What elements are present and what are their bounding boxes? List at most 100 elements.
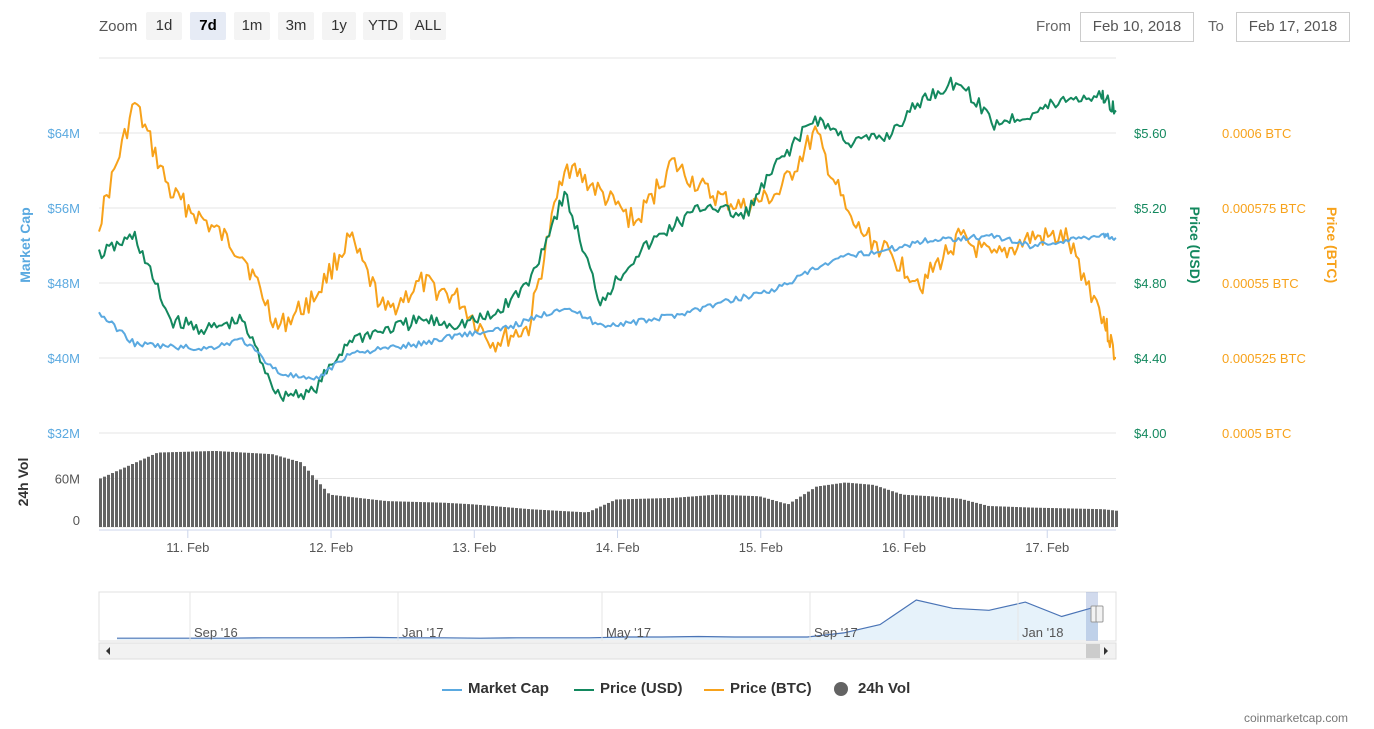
volume-bar bbox=[435, 502, 438, 527]
volume-bar bbox=[827, 484, 830, 527]
volume-bar bbox=[927, 496, 930, 527]
volume-bar bbox=[1023, 507, 1026, 527]
legend-24h-vol[interactable]: 24h Vol bbox=[858, 680, 910, 697]
volume-bar bbox=[1063, 508, 1066, 527]
volume-bar bbox=[519, 508, 522, 527]
volume-tick: 60M bbox=[55, 471, 80, 486]
volume-bar bbox=[1027, 507, 1030, 527]
volume-bar bbox=[703, 495, 706, 527]
volume-bar bbox=[771, 499, 774, 527]
volume-bar bbox=[819, 486, 822, 527]
volume-bar bbox=[463, 503, 466, 527]
volume-bar bbox=[639, 498, 642, 527]
volume-bar bbox=[1015, 507, 1018, 527]
volume-bar bbox=[991, 506, 994, 527]
volume-bar bbox=[571, 511, 574, 527]
volume-bar bbox=[891, 491, 894, 527]
navigator-handle-right[interactable] bbox=[1095, 605, 1104, 623]
volume-bar bbox=[923, 495, 926, 527]
volume-bar bbox=[955, 498, 958, 527]
credit-link[interactable]: coinmarketcap.com bbox=[1244, 711, 1348, 725]
volume-bar bbox=[211, 451, 214, 527]
market-cap-axis: $32M $40M $48M $56M $64M Market Cap bbox=[17, 126, 80, 441]
volume-bar bbox=[351, 497, 354, 527]
volume-bar bbox=[607, 502, 610, 527]
volume-bar bbox=[931, 496, 934, 527]
volume-bar bbox=[387, 501, 390, 527]
volume-bar bbox=[851, 483, 854, 527]
legend-market-cap[interactable]: Market Cap bbox=[468, 680, 549, 697]
legend-price-usd[interactable]: Price (USD) bbox=[600, 680, 683, 697]
volume-bar bbox=[555, 510, 558, 527]
volume-bar bbox=[243, 452, 246, 527]
x-tick-label: 15. Feb bbox=[739, 540, 783, 555]
volume-bar bbox=[591, 510, 594, 527]
volume-bar bbox=[427, 502, 430, 527]
navigator-scrollbar[interactable] bbox=[98, 642, 1117, 660]
volume-bar bbox=[511, 507, 514, 527]
volume-bar bbox=[251, 453, 254, 527]
volume-bar bbox=[163, 452, 166, 527]
volume-bar bbox=[803, 494, 806, 527]
volume-bar bbox=[503, 507, 506, 527]
series-line-price-usd bbox=[98, 76, 1117, 402]
volume-bar bbox=[215, 451, 218, 527]
volume-bar bbox=[583, 512, 586, 527]
volume-bar bbox=[167, 452, 170, 527]
volume-bar bbox=[467, 504, 470, 527]
price-usd-tick: $4.00 bbox=[1134, 426, 1167, 441]
volume-bar bbox=[267, 453, 270, 527]
volume-bar bbox=[863, 484, 866, 527]
volume-bar bbox=[787, 504, 790, 527]
navigator-tick-label: May '17 bbox=[606, 625, 651, 640]
volume-bar bbox=[419, 502, 422, 527]
volume-bar bbox=[903, 494, 906, 527]
x-tick-label: 16. Feb bbox=[882, 540, 926, 555]
volume-bar bbox=[183, 451, 186, 527]
volume-bar bbox=[683, 497, 686, 527]
volume-bar bbox=[675, 497, 678, 527]
x-tick-label: 14. Feb bbox=[595, 540, 639, 555]
volume-bar bbox=[547, 510, 550, 527]
navigator-tick-label: Sep '16 bbox=[194, 625, 238, 640]
price-btc-tick: 0.00055 BTC bbox=[1222, 276, 1299, 291]
volume-bar bbox=[543, 510, 546, 527]
volume-bar bbox=[507, 507, 510, 527]
volume-bar bbox=[971, 501, 974, 527]
volume-bar bbox=[295, 460, 298, 527]
volume-bar bbox=[699, 495, 702, 527]
volume-bar bbox=[495, 506, 498, 527]
volume-bar bbox=[715, 494, 718, 527]
volume-bar bbox=[575, 511, 578, 527]
price-chart: $32M $40M $48M $56M $64M Market Cap $4.00 $4.4… bbox=[15, 57, 1340, 660]
market-cap-legend-swatch bbox=[442, 689, 462, 691]
volume-bar bbox=[1107, 509, 1110, 527]
volume-bar bbox=[671, 497, 674, 527]
volume-bar bbox=[319, 484, 322, 527]
volume-bar bbox=[439, 502, 442, 527]
volume-bar bbox=[271, 454, 274, 527]
series-line-price-btc bbox=[98, 101, 1117, 361]
legend-price-btc[interactable]: Price (BTC) bbox=[730, 680, 812, 697]
volume-bar bbox=[179, 451, 182, 527]
volume-bar bbox=[235, 452, 238, 527]
volume-bar bbox=[447, 502, 450, 527]
volume-bar bbox=[283, 457, 286, 527]
volume-bar bbox=[739, 495, 742, 527]
volume-bar bbox=[643, 498, 646, 527]
volume-bar bbox=[99, 478, 102, 527]
volume-bar bbox=[559, 510, 562, 527]
volume-bar bbox=[199, 451, 202, 527]
price-usd-legend-swatch bbox=[574, 689, 594, 691]
volume-bar bbox=[303, 466, 306, 527]
volume-bar bbox=[1079, 508, 1082, 527]
volume-bar bbox=[995, 506, 998, 527]
volume-bar bbox=[359, 498, 362, 527]
volume-bar bbox=[619, 499, 622, 527]
volume-bar bbox=[731, 495, 734, 527]
price-usd-axis-title: Price (USD) bbox=[1187, 206, 1203, 283]
volume-bar bbox=[263, 453, 266, 527]
volume-bar bbox=[1051, 508, 1054, 527]
volume-bar bbox=[651, 498, 654, 527]
volume-bar bbox=[935, 496, 938, 527]
